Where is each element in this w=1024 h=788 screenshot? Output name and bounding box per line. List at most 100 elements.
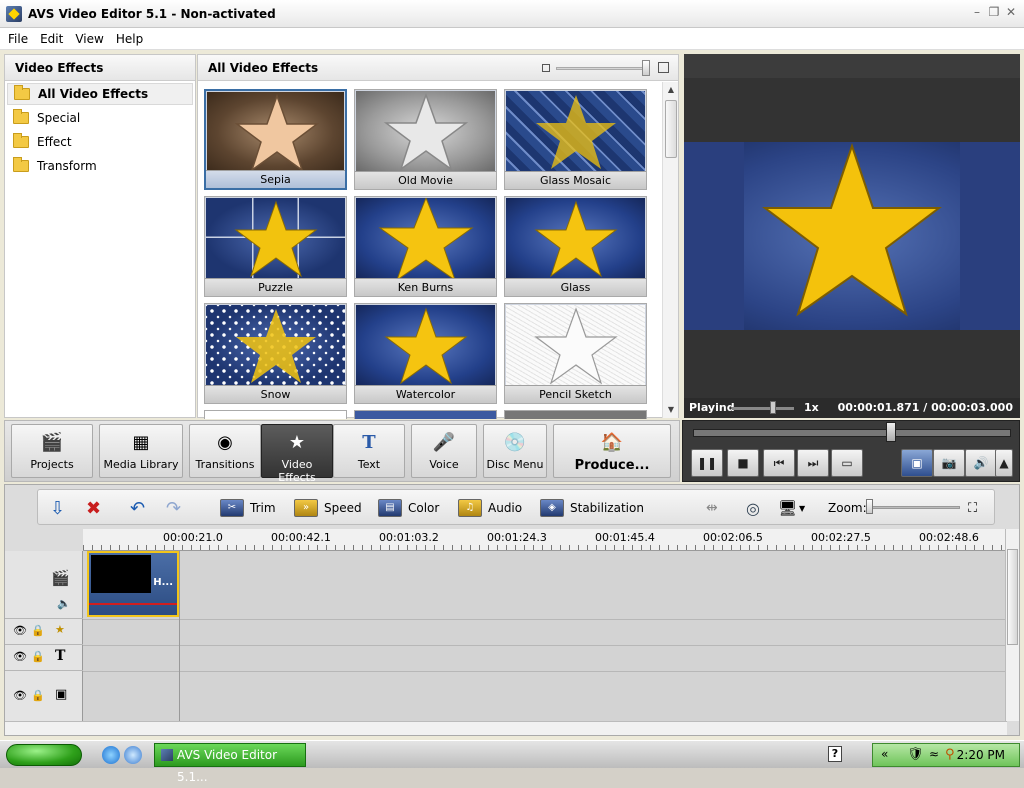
color-button[interactable]: ▤ Color <box>378 497 439 519</box>
category-transform[interactable]: Transform <box>7 155 193 177</box>
seek-bar[interactable] <box>693 429 1011 437</box>
effect-tile-snow[interactable]: Snow <box>204 303 347 404</box>
produce-button[interactable]: 🏠 Produce... <box>553 424 671 478</box>
tab-text[interactable]: T Text <box>333 424 405 478</box>
star-icon <box>534 307 618 385</box>
category-special[interactable]: Special <box>7 107 193 129</box>
stop-button[interactable]: ■ <box>727 449 759 477</box>
internet-explorer-icon[interactable] <box>102 746 120 764</box>
tab-projects[interactable]: 🎬 Projects <box>11 424 93 478</box>
undo-icon: ↶ <box>130 497 146 519</box>
scroll-down-icon[interactable]: ▼ <box>663 402 679 418</box>
effect-tile-partial[interactable] <box>204 410 347 419</box>
timeline-vertical-scrollbar[interactable] <box>1005 529 1019 721</box>
volume-button[interactable]: 🔊 <box>965 449 997 477</box>
next-frame-button[interactable]: ⏭ <box>797 449 829 477</box>
category-label: Effect <box>37 135 72 149</box>
tab-disc-menu[interactable]: 💿 Disc Menu <box>483 424 547 478</box>
scroll-up-icon[interactable]: ▲ <box>663 82 679 98</box>
speed-button[interactable]: » Speed <box>294 497 362 519</box>
start-button[interactable] <box>6 744 82 766</box>
effect-tile-glass[interactable]: Glass <box>504 196 647 297</box>
redo-button[interactable]: ↷ <box>166 497 181 519</box>
tab-video-effects[interactable]: ★ Video Effects <box>261 424 333 484</box>
lock-icon[interactable]: 🔒 <box>31 689 45 702</box>
tab-transitions[interactable]: ◉ Transitions <box>189 424 261 478</box>
record-button[interactable]: ◎ <box>746 497 760 519</box>
restore-icon[interactable]: ❐ <box>987 5 1001 19</box>
menu-bar: File Edit View Help <box>0 28 1024 50</box>
effect-tile-glass-mosaic[interactable]: Glass Mosaic <box>504 89 647 190</box>
tab-media-library[interactable]: ▦ Media Library <box>99 424 183 478</box>
speaker-icon[interactable]: 🔈 <box>57 597 71 610</box>
split-button[interactable]: ⇹ <box>706 497 718 519</box>
effect-tile-ken-burns[interactable]: Ken Burns <box>354 196 497 297</box>
fullscreen-preview-button[interactable]: ▭ <box>831 449 863 477</box>
timeline-horizontal-scrollbar[interactable] <box>5 721 1007 735</box>
thumbnail-size-slider-handle[interactable] <box>642 60 650 76</box>
trim-button[interactable]: ✂ Trim <box>220 497 276 519</box>
zoom-slider-handle[interactable] <box>866 499 873 514</box>
search-icon[interactable]: ⚲ <box>945 747 955 762</box>
overlay-icon: ▣ <box>55 687 68 702</box>
scroll-thumb[interactable] <box>665 100 677 158</box>
pause-button[interactable]: ❚❚ <box>691 449 723 477</box>
eye-icon[interactable]: 👁 <box>13 650 27 663</box>
quicklaunch-icon[interactable] <box>124 746 142 764</box>
delete-button[interactable]: ✖ <box>86 497 101 519</box>
menu-edit[interactable]: Edit <box>36 32 67 46</box>
effect-track-icon: ★ <box>55 623 65 636</box>
thumbnail-size-slider[interactable] <box>556 67 650 70</box>
expand-tray-icon[interactable]: « <box>881 747 888 761</box>
audio-button[interactable]: ♫ Audio <box>458 497 522 519</box>
playback-status: Playind <box>689 401 735 414</box>
speed-slider[interactable] <box>732 407 794 410</box>
effect-tile-puzzle[interactable]: Puzzle <box>204 196 347 297</box>
taskbar-item-avs-video-editor[interactable]: AVS Video Editor 5.1... <box>154 743 306 784</box>
help-icon[interactable]: ? <box>828 746 842 762</box>
effect-tile-watercolor[interactable]: Watercolor <box>354 303 497 404</box>
menu-view[interactable]: View <box>71 32 107 46</box>
zoom-slider[interactable] <box>868 506 960 509</box>
speed-slider-handle[interactable] <box>770 401 776 414</box>
effect-label: Ken Burns <box>355 278 496 296</box>
stabilization-button[interactable]: ◈ Stabilization <box>540 497 644 519</box>
fit-to-window-button[interactable]: ⛶ <box>968 497 977 519</box>
category-all-video-effects[interactable]: All Video Effects <box>7 83 193 105</box>
volume-dropdown-button[interactable]: ▲ <box>995 449 1013 477</box>
effect-tile-old-movie[interactable]: Old Movie <box>354 89 497 190</box>
add-to-timeline-button[interactable]: ⇩ <box>50 497 65 519</box>
lock-icon[interactable]: 🔒 <box>31 650 45 663</box>
display-mode-button[interactable]: ▣ <box>901 449 933 477</box>
thumbnail-large-icon[interactable] <box>658 62 669 73</box>
gallery-scrollbar[interactable]: ▲ ▼ <box>662 82 678 418</box>
delete-x-icon: ✖ <box>86 497 102 519</box>
tab-label: Text <box>357 458 381 471</box>
effect-tile-sepia[interactable]: Sepia <box>204 89 347 190</box>
minimize-icon[interactable]: – <box>970 5 984 19</box>
scroll-thumb[interactable] <box>1007 549 1018 645</box>
menu-file[interactable]: File <box>4 32 32 46</box>
effect-tile-partial[interactable] <box>504 410 647 419</box>
menu-help[interactable]: Help <box>112 32 147 46</box>
thumbnail-small-icon[interactable] <box>542 64 550 72</box>
tab-voice[interactable]: 🎤 Voice <box>411 424 477 478</box>
redo-icon: ↷ <box>166 497 182 519</box>
eye-icon[interactable]: 👁 <box>13 689 27 702</box>
timeline-ruler[interactable]: 00:00:21.0 00:00:42.1 00:01:03.2 00:01:2… <box>83 529 1007 551</box>
shield-icon[interactable]: 🛡 <box>907 747 924 762</box>
undo-button[interactable]: ↶ <box>130 497 145 519</box>
tab-label: Media Library <box>103 458 179 471</box>
effect-tile-pencil-sketch[interactable]: Pencil Sketch <box>504 303 647 404</box>
close-icon[interactable]: ✕ <box>1004 5 1018 19</box>
view-mode-dropdown[interactable]: 🖥 ▼ <box>778 497 805 519</box>
seek-handle[interactable] <box>886 422 896 442</box>
video-clip[interactable]: H... <box>87 551 179 617</box>
eye-icon[interactable]: 👁 <box>13 624 27 637</box>
snapshot-camera-button[interactable]: 📷 <box>933 449 965 477</box>
previous-frame-button[interactable]: ⏮ <box>763 449 795 477</box>
effect-tile-partial[interactable] <box>354 410 497 419</box>
network-icon[interactable]: ≈ <box>929 747 939 761</box>
category-effect[interactable]: Effect <box>7 131 193 153</box>
lock-icon[interactable]: 🔒 <box>31 624 45 637</box>
